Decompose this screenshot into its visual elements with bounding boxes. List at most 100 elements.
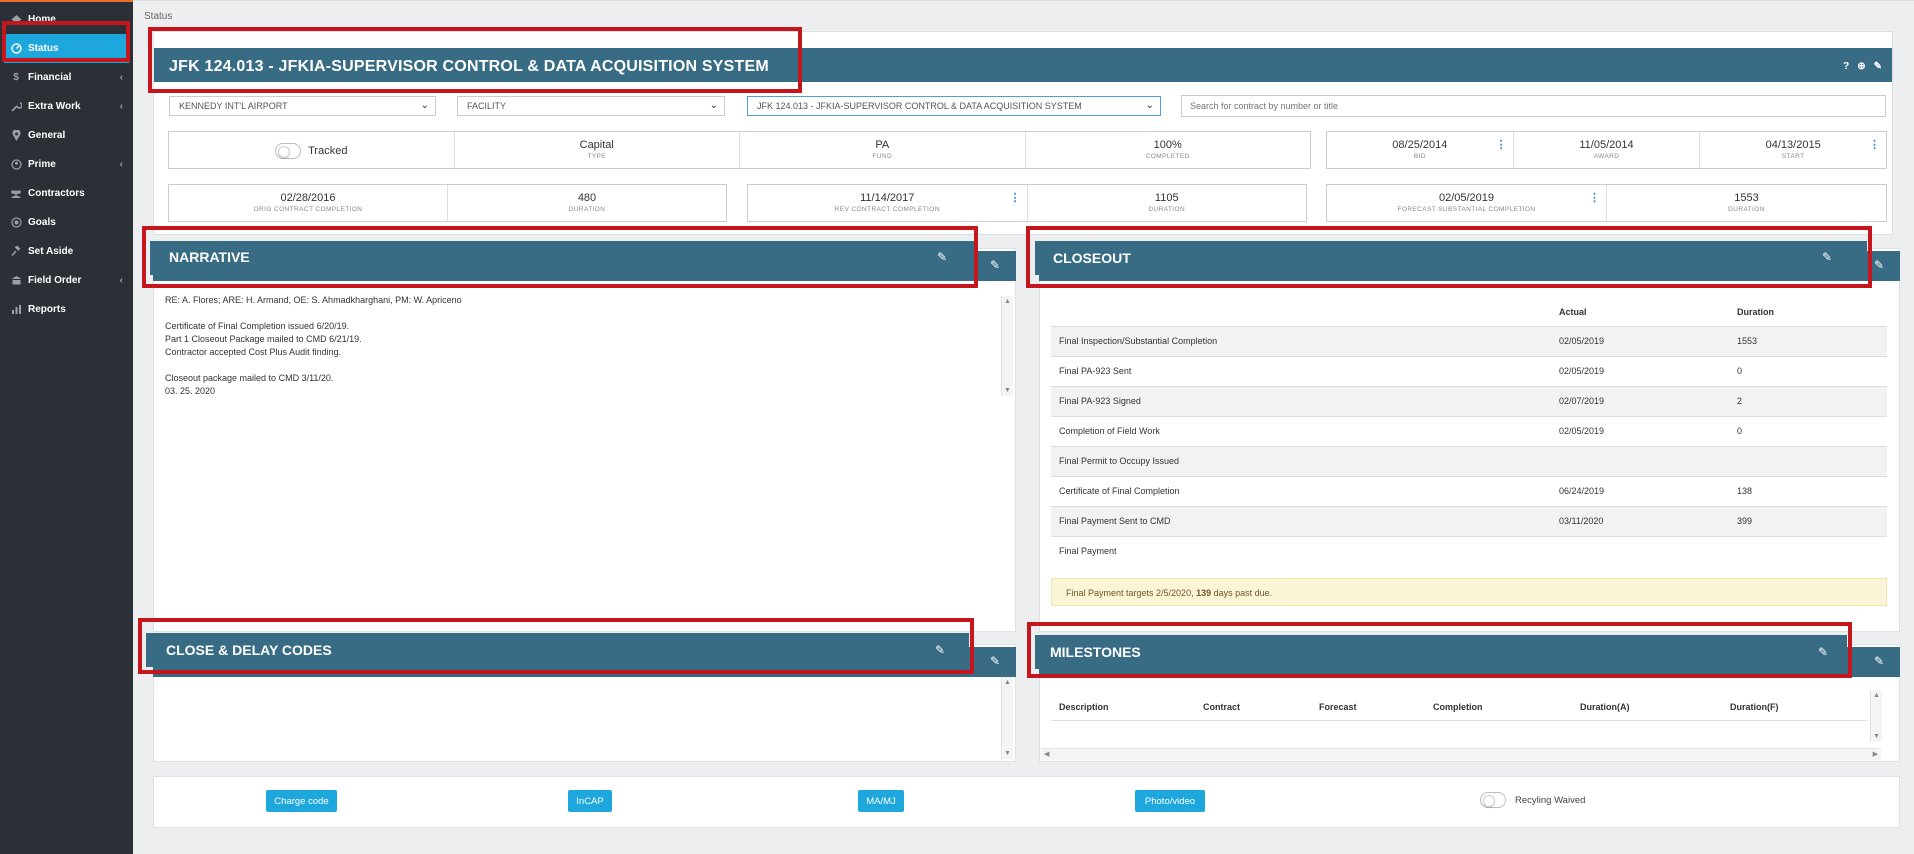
sidebar-item-set-aside[interactable]: Set Aside	[0, 237, 133, 266]
bid-label: BID	[1413, 153, 1426, 160]
forecast-duration-cell: 1553 DURATION	[1607, 185, 1886, 221]
narrative-line: Closeout package mailed to CMD 3/11/20.	[165, 373, 334, 383]
codes-scrollbar[interactable]: ▲ ▼	[1001, 677, 1013, 759]
completed-label: COMPLETED	[1145, 153, 1190, 160]
dashboard-icon	[10, 43, 22, 55]
kebab-menu-icon[interactable]: ⋮	[1496, 138, 1507, 151]
tracked-label: Tracked	[308, 144, 348, 157]
scroll-down-icon[interactable]: ▼	[1004, 387, 1011, 394]
edit-icon[interactable]: ✎	[1822, 250, 1832, 264]
sidebar-item-label: Status	[28, 43, 59, 54]
forecast-completion-label: FORECAST SUBSTANTIAL COMPLETION	[1397, 206, 1536, 213]
fund-label: FUND	[872, 153, 893, 160]
kebab-menu-icon[interactable]: ⋮	[1869, 138, 1880, 151]
closeout-actual: 02/05/2019	[1559, 415, 1737, 446]
dollar-icon: $	[13, 72, 19, 83]
edit-icon[interactable]: ✎	[990, 258, 1000, 272]
closeout-name: Final Permit to Occupy Issued	[1051, 445, 1559, 476]
ma-mj-button[interactable]: MA/MJ	[858, 790, 904, 812]
header-actions: ? ⊕ ✎	[1843, 61, 1882, 72]
fund-value: PA	[875, 139, 890, 151]
milestones-header	[1035, 635, 1847, 669]
scroll-down-icon[interactable]: ▼	[1873, 733, 1880, 740]
closeout-duration: 2	[1737, 385, 1887, 416]
closeout-duration: 0	[1737, 415, 1887, 446]
milestones-scrollbar[interactable]: ▲ ▼	[1870, 690, 1882, 742]
closeout-header	[1035, 241, 1867, 275]
incap-button[interactable]: InCAP	[568, 790, 612, 812]
kebab-menu-icon[interactable]: ⋮	[1589, 191, 1600, 204]
category-select[interactable]: FACILITY ⌄	[457, 96, 725, 116]
orig-duration-value: 480	[577, 192, 597, 204]
closeout-duration	[1737, 535, 1887, 566]
contract-info-strip: Tracked Capital TYPE PA FUND 100% COMPLE…	[168, 131, 1311, 169]
table-row: Final PA-923 Signed 02/07/2019 2	[1051, 385, 1887, 416]
sidebar-item-status[interactable]: Status	[4, 34, 129, 63]
sidebar-item-label: Set Aside	[28, 246, 74, 257]
closeout-name: Final PA-923 Sent	[1051, 355, 1559, 386]
rev-duration-label: DURATION	[1148, 206, 1186, 213]
help-icon[interactable]: ?	[1843, 61, 1849, 72]
forecast-duration-label: DURATION	[1728, 206, 1765, 213]
rev-completion-label: REV CONTRACT COMPLETION	[834, 206, 940, 213]
sidebar-item-home[interactable]: Home	[0, 5, 133, 34]
closeout-actual	[1559, 535, 1737, 566]
scroll-up-icon[interactable]: ▲	[1004, 679, 1011, 686]
milestones-hscrollbar[interactable]: ◀ ▶	[1041, 748, 1881, 760]
scroll-up-icon[interactable]: ▲	[1004, 298, 1011, 305]
sidebar-item-goals[interactable]: Goals	[0, 208, 133, 237]
scroll-left-icon[interactable]: ◀	[1044, 750, 1049, 758]
edit-icon[interactable]: ✎	[1818, 645, 1828, 659]
type-label: TYPE	[587, 153, 607, 160]
edit-icon[interactable]: ✎	[1874, 61, 1882, 72]
sidebar-item-extra-work[interactable]: Extra Work ‹	[0, 92, 133, 121]
narrative-title: NARRATIVE	[169, 249, 250, 265]
orig-completion-value: 02/28/2016	[280, 192, 336, 204]
chart-icon	[10, 304, 22, 316]
sidebar-item-financial[interactable]: $ Financial ‹	[0, 63, 133, 92]
closeout-col-duration: Duration	[1737, 306, 1774, 317]
award-cell: 11/05/2014 AWARD	[1514, 132, 1701, 168]
sidebar-item-general[interactable]: General	[0, 121, 133, 150]
edit-icon[interactable]: ✎	[1874, 654, 1884, 668]
closeout-name: Final PA-923 Signed	[1051, 385, 1559, 416]
airport-select[interactable]: KENNEDY INT'L AIRPORT ⌄	[169, 96, 436, 116]
edit-icon[interactable]: ✎	[1874, 258, 1884, 272]
closeout-duration: 1553	[1737, 325, 1887, 356]
contract-search-input[interactable]	[1181, 95, 1886, 117]
dates-strip: 08/25/2014 BID ⋮ 11/05/2014 AWARD 04/13/…	[1326, 131, 1887, 169]
scroll-right-icon[interactable]: ▶	[1873, 750, 1878, 758]
gavel-icon	[10, 246, 22, 258]
sidebar-item-prime[interactable]: Prime ‹	[0, 150, 133, 179]
chevron-left-icon: ‹	[119, 275, 123, 286]
edit-icon[interactable]: ✎	[990, 654, 1000, 668]
forecast-completion-value: 02/05/2019	[1438, 192, 1495, 204]
table-row: Final PA-923 Sent 02/05/2019 0	[1051, 355, 1887, 386]
closeout-name: Certificate of Final Completion	[1051, 475, 1559, 506]
sidebar-item-field-order[interactable]: Field Order ‹	[0, 266, 133, 295]
sidebar-item-contractors[interactable]: Contractors	[0, 179, 133, 208]
add-icon[interactable]: ⊕	[1857, 61, 1865, 72]
sidebar-item-reports[interactable]: Reports	[0, 295, 133, 324]
tracked-toggle[interactable]	[275, 143, 302, 159]
category-select-value: FACILITY	[467, 101, 507, 111]
sidebar: Home Status $ Financial ‹ Extra Work ‹ G…	[0, 0, 133, 854]
recycling-toggle[interactable]	[1480, 792, 1506, 808]
contract-select[interactable]: JFK 124.013 - JFKIA-SUPERVISOR CONTROL &…	[747, 96, 1161, 116]
edit-icon[interactable]: ✎	[937, 250, 947, 264]
kebab-menu-icon[interactable]: ⋮	[1010, 191, 1021, 204]
charge-code-button[interactable]: Charge code	[266, 790, 337, 812]
photo-video-button[interactable]: Photo/video	[1135, 790, 1205, 812]
orig-completion-label: ORIG CONTRACT COMPLETION	[253, 206, 363, 213]
scroll-up-icon[interactable]: ▲	[1873, 692, 1880, 699]
airport-select-value: KENNEDY INT'L AIRPORT	[179, 101, 288, 111]
bid-cell: 08/25/2014 BID ⋮	[1327, 132, 1514, 168]
edit-icon[interactable]: ✎	[935, 643, 945, 657]
scroll-down-icon[interactable]: ▼	[1004, 750, 1011, 757]
narrative-line: Part 1 Closeout Package mailed to CMD 6/…	[165, 334, 362, 344]
closeout-name: Completion of Field Work	[1051, 415, 1559, 446]
narrative-scrollbar[interactable]: ▲ ▼	[1001, 296, 1013, 396]
type-cell: Capital TYPE	[455, 132, 740, 168]
closeout-name: Final Payment Sent to CMD	[1051, 505, 1559, 536]
sidebar-item-label: Goals	[28, 217, 56, 228]
